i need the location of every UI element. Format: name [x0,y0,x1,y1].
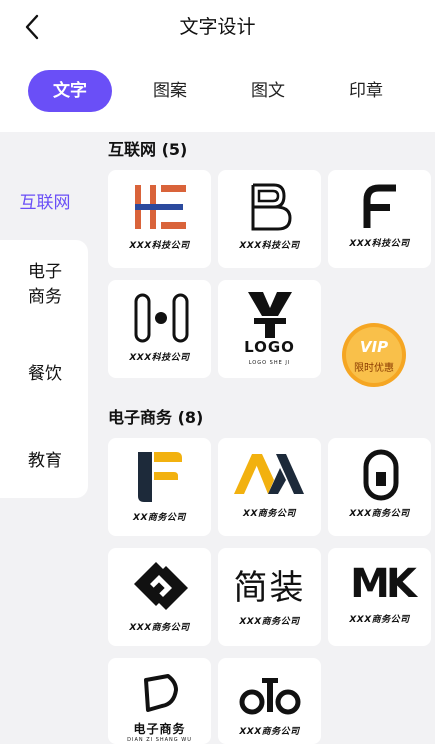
tab-pattern[interactable]: 图案 [128,70,212,112]
logo-card[interactable]: XXX商务公司 [328,438,431,536]
logo-subcaption: LOGO SHE JI [248,360,291,366]
tab-seal[interactable]: 印章 [324,70,408,112]
logo-caption: XX商务公司 [243,509,296,519]
vip-sublabel: 限时优惠 [354,363,394,374]
logo-card[interactable]: XXX科技公司 [218,170,321,268]
logo-card[interactable]: 简装 XXX商务公司 [218,548,321,646]
category-tabs: 文字 图案 图文 印章 [28,70,418,112]
logo-caption: XXX商务公司 [349,509,410,519]
logo-caption: XXX科技公司 [239,241,300,251]
vip-label: VIP [359,338,389,356]
o-bar-logo-icon [363,449,399,501]
logo-caption: XXX商务公司 [239,727,300,737]
logo-card[interactable]: XX商务公司 [108,438,211,536]
he-logo-icon [135,185,186,229]
logo-wordmark: LOGO [244,338,295,356]
logo-subcaption: DIAN ZI SHANG WU [127,737,192,743]
logo-caption: XX商务公司 [133,513,186,523]
logo-caption: XXX商务公司 [239,617,300,627]
logo-caption: XXX科技公司 [129,353,190,363]
tab-image-text[interactable]: 图文 [226,70,310,112]
sidebar-item-education[interactable]: 教育 [0,446,90,471]
logo-card[interactable]: XXX商务公司 [108,548,211,646]
logo-caption: XXX科技公司 [129,241,190,251]
logo-card[interactable]: XX商务公司 [218,438,321,536]
pill-dot-logo-icon [134,293,189,343]
header: 文字设计 文字 图案 图文 印章 [0,0,435,132]
logo-wordmark: MK [350,561,417,607]
logo-wordmark: 简装 [233,568,306,608]
logo-card[interactable]: XXX科技公司 [108,280,211,378]
m-logo-icon [234,454,304,494]
tab-text[interactable]: 文字 [28,70,112,112]
logo-card[interactable]: XXX商务公司 [218,658,321,744]
logo-card[interactable]: LOGO LOGO SHE JI [218,280,321,378]
sidebar-item-catering[interactable]: 餐饮 [0,359,90,384]
section-title-ecommerce: 电子商务 (8) [108,408,204,427]
section-title-internet: 互联网 (5) [108,140,188,159]
logo-caption: XXX商务公司 [129,623,190,633]
b-logo-icon [251,183,292,231]
sidebar: 互联网 电子 商务 餐饮 教育 [0,132,90,744]
logo-caption: 电子商务 [133,722,186,736]
logo-card[interactable]: XXX科技公司 [108,170,211,268]
logo-card[interactable]: MK XXX商务公司 [328,548,431,646]
page-title: 文字设计 [179,16,256,38]
sidebar-item-internet[interactable]: 互联网 [0,188,90,213]
logo-card[interactable]: 电子商务 DIAN ZI SHANG WU [108,658,211,744]
sidebar-item-ecommerce[interactable]: 电子 商务 [0,260,90,310]
logo-caption: XXX科技公司 [349,239,410,249]
f-logo-icon [363,184,396,228]
logo-card[interactable]: XXX科技公司 [328,170,431,268]
logo-caption: XXX商务公司 [349,615,410,625]
